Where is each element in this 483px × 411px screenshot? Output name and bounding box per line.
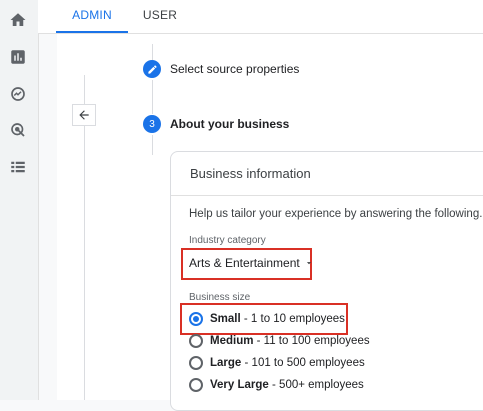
size-detail: - 500+ employees [268, 379, 364, 391]
step-number-badge: 3 [143, 115, 161, 133]
size-name: Very Large [210, 379, 269, 391]
size-name: Medium [210, 335, 254, 347]
business-size-label: Business size [189, 292, 251, 303]
radio-very-large[interactable] [189, 378, 203, 392]
home-icon[interactable] [9, 11, 27, 29]
size-option-small[interactable]: Small - 1 to 10 employees [189, 312, 345, 326]
size-detail: - 101 to 500 employees [241, 357, 365, 369]
industry-value: Arts & Entertainment [189, 256, 300, 270]
size-option-medium[interactable]: Medium - 11 to 100 employees [189, 334, 370, 348]
explore-icon[interactable] [9, 85, 27, 103]
pencil-icon [147, 64, 157, 74]
step-label-business: About your business [170, 117, 290, 131]
step-label-source: Select source properties [170, 62, 300, 76]
business-info-card: Business information [170, 151, 483, 411]
arrow-left-icon [79, 110, 89, 120]
configure-icon[interactable] [9, 158, 27, 176]
card-header: Business information [171, 152, 483, 196]
help-text: Help us tailor your experience by answer… [189, 208, 483, 220]
size-name: Large [210, 357, 242, 369]
industry-category-label: Industry category [189, 235, 266, 246]
card-title: Business information [190, 166, 311, 181]
advertising-icon[interactable] [9, 121, 27, 139]
radio-small[interactable] [189, 312, 203, 326]
step-edit-icon[interactable] [143, 60, 161, 78]
radio-medium[interactable] [189, 334, 203, 348]
industry-category-dropdown[interactable]: Arts & Entertainment [189, 256, 314, 270]
tab-admin[interactable]: ADMIN [56, 0, 128, 33]
stepper-line-bottom [152, 135, 153, 155]
tab-bar: ADMIN USER [38, 0, 483, 34]
left-nav-rail [0, 0, 39, 400]
dropdown-arrow-icon [306, 262, 311, 265]
size-option-large[interactable]: Large - 101 to 500 employees [189, 356, 365, 370]
tab-user[interactable]: USER [132, 0, 188, 33]
stepper-line-top [152, 44, 153, 60]
radio-large[interactable] [189, 356, 203, 370]
size-name: Small [210, 313, 241, 325]
size-detail: - 1 to 10 employees [240, 313, 345, 325]
stepper-line-mid [152, 80, 153, 114]
size-detail: - 11 to 100 employees [253, 335, 370, 347]
back-button[interactable] [72, 104, 96, 126]
reports-icon[interactable] [9, 48, 27, 66]
size-option-very-large[interactable]: Very Large - 500+ employees [189, 378, 364, 392]
